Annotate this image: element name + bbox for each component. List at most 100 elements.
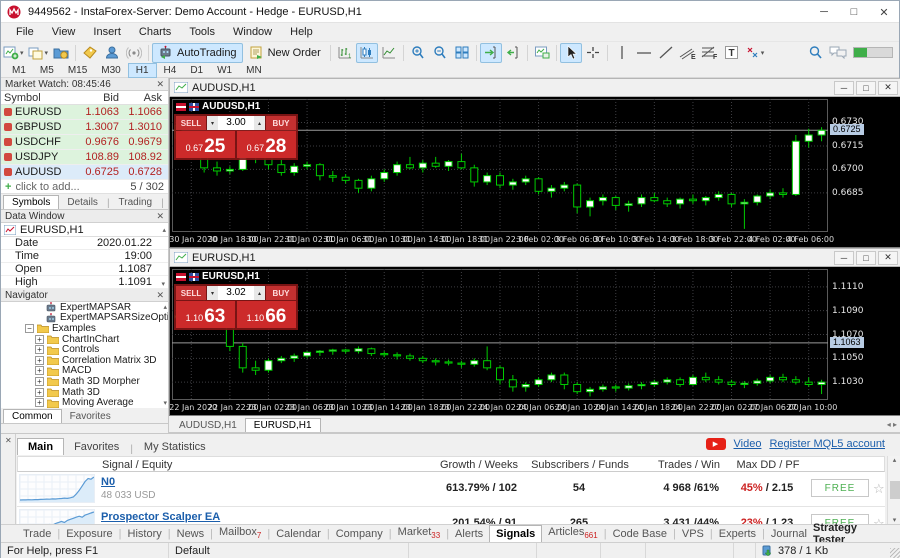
chart-window-title-bar[interactable]: AUDUSD,H1 ─ □ ✕ <box>169 78 900 97</box>
cursor-button[interactable] <box>560 43 582 63</box>
signal-row-2[interactable]: Prospector Scalper EA201.54% / 912653 43… <box>17 506 885 524</box>
expand-icon[interactable]: + <box>35 356 44 365</box>
bottom-tab-code-base[interactable]: Code Base <box>607 526 673 542</box>
signals-scrollbar[interactable]: ▴ ▾ <box>887 456 900 524</box>
timeframe-h1[interactable]: H1 <box>128 63 157 78</box>
bottom-tab-experts[interactable]: Experts <box>713 526 762 542</box>
chart-tab-audusd-h1[interactable]: AUDUSD,H1 <box>171 419 245 432</box>
minimize-button[interactable]: ─ <box>809 1 839 23</box>
volume-increase-button[interactable]: ▴ <box>254 286 265 300</box>
navigator-tab-common[interactable]: Common <box>3 409 62 423</box>
zoom-in-button[interactable] <box>407 43 429 63</box>
signal-name-link[interactable]: Prospector Scalper EA <box>101 511 220 523</box>
horizontal-line-button[interactable] <box>633 43 655 63</box>
expand-icon[interactable]: + <box>35 335 44 344</box>
bottom-tab-company[interactable]: Company <box>330 526 389 542</box>
chart-window-title-bar[interactable]: EURUSD,H1 ─ □ ✕ <box>169 248 900 267</box>
market-watch-row-usdchf[interactable]: USDCHF0.96760.9679 <box>1 135 168 150</box>
scroll-up-icon[interactable]: ▴ <box>162 226 166 234</box>
market-watch-row-eurusd[interactable]: EURUSD1.10631.1066 <box>1 105 168 120</box>
expand-icon[interactable]: + <box>35 377 44 386</box>
volume-value[interactable]: 3.00 <box>218 116 254 130</box>
bottom-tab-articles[interactable]: Articles661 <box>542 524 603 542</box>
bottom-tab-history[interactable]: History <box>122 526 168 542</box>
timeframe-mn[interactable]: MN <box>239 64 269 77</box>
market-watch-tab-details[interactable]: Details <box>59 196 106 209</box>
timeframe-m5[interactable]: M5 <box>33 64 61 77</box>
market-watch-add-row[interactable]: +click to add...5 / 302 <box>1 180 168 194</box>
bottom-tab-signals[interactable]: Signals <box>489 525 542 543</box>
navigator-item-expertmapsar[interactable]: ExpertMAPSAR <box>1 302 168 313</box>
scroll-up-icon[interactable]: ▴ <box>163 303 167 311</box>
candlestick-mode-button[interactable] <box>356 43 378 63</box>
chart-minimize-button[interactable]: ─ <box>834 81 854 95</box>
crosshair-button[interactable] <box>582 43 604 63</box>
sell-price-box[interactable]: 1.1063 <box>176 301 235 328</box>
search-icon[interactable] <box>808 45 823 60</box>
templates-button[interactable] <box>531 43 553 63</box>
close-icon[interactable]: ✕ <box>5 436 12 445</box>
chart-tab-eurusd-h1[interactable]: EURUSD,H1 <box>245 418 321 432</box>
menu-insert[interactable]: Insert <box>84 24 130 40</box>
scroll-right-icon[interactable]: ▸ <box>893 420 897 429</box>
sell-button[interactable]: SELL <box>176 286 206 300</box>
scroll-left-icon[interactable]: ◂ <box>887 420 891 429</box>
navigator-item-examples[interactable]: −Examples <box>1 323 168 334</box>
trendline-button[interactable] <box>655 43 677 63</box>
navigator-item-chartinchart[interactable]: +ChartInChart <box>1 334 168 345</box>
chart-shift-button[interactable] <box>502 43 524 63</box>
chart-close-button[interactable]: ✕ <box>878 251 898 265</box>
text-tool-button[interactable]: T <box>721 43 743 63</box>
scroll-down-icon[interactable]: ▾ <box>161 280 165 288</box>
bottom-tab-vps[interactable]: VPS <box>676 526 710 542</box>
buy-button[interactable]: BUY <box>266 286 296 300</box>
new-chart-button[interactable]: ▾ <box>1 43 26 63</box>
menu-file[interactable]: File <box>7 24 43 40</box>
volume-decrease-button[interactable]: ▾ <box>207 286 218 300</box>
timeframe-m15[interactable]: M15 <box>61 64 94 77</box>
signals-service-button[interactable] <box>123 43 145 63</box>
maximize-button[interactable]: □ <box>839 1 869 23</box>
bottom-tab-news[interactable]: News <box>171 526 211 542</box>
market-watch-row-audusd[interactable]: AUDUSD0.67250.6728 <box>1 165 168 180</box>
expand-icon[interactable]: + <box>35 366 44 375</box>
navigator-item-math-3d-morpher[interactable]: +Math 3D Morpher <box>1 376 168 387</box>
vertical-line-button[interactable] <box>611 43 633 63</box>
toolbox-tab-my-statistics[interactable]: My Statistics <box>134 439 216 455</box>
market-watch-row-usdjpy[interactable]: USDJPY108.89108.92 <box>1 150 168 165</box>
volume-value[interactable]: 3.02 <box>218 286 254 300</box>
status-profile[interactable]: Default <box>169 543 409 558</box>
tab-scroll-arrows[interactable]: ◂ ▸ <box>887 420 897 429</box>
scroll-down-icon[interactable]: ▾ <box>893 516 897 524</box>
expand-icon[interactable]: + <box>35 388 44 397</box>
buy-price-box[interactable]: 0.6728 <box>237 131 296 158</box>
arrows-tool-button[interactable]: ▾ <box>743 43 767 63</box>
chart-close-button[interactable]: ✕ <box>878 81 898 95</box>
menu-help[interactable]: Help <box>281 24 322 40</box>
bottom-tab-trade[interactable]: Trade <box>17 526 57 542</box>
market-watch-tab-trading[interactable]: Trading <box>111 196 161 209</box>
navigator-item-controls[interactable]: +Controls <box>1 344 168 355</box>
profiles-button[interactable]: ▾ <box>26 43 51 63</box>
signal-name-link[interactable]: N0 <box>101 476 115 488</box>
register-mql5-link[interactable]: Register MQL5 account <box>769 438 885 450</box>
community-button[interactable] <box>101 43 123 63</box>
fibonacci-button[interactable]: F <box>699 43 721 63</box>
data-window-symbol-row[interactable]: EURUSD,H1 ▴ <box>1 223 168 237</box>
bottom-tab-mailbox[interactable]: Mailbox7 <box>213 524 267 542</box>
data-folder-button[interactable] <box>50 43 72 63</box>
close-icon[interactable]: ✕ <box>156 290 164 301</box>
navigator-item-expertmapsarsizeoptim[interactable]: ExpertMAPSARSizeOptim <box>1 313 168 324</box>
menu-charts[interactable]: Charts <box>130 24 180 40</box>
bottom-tab-alerts[interactable]: Alerts <box>449 526 489 542</box>
buy-button[interactable]: BUY <box>266 116 296 130</box>
bottom-tab-calendar[interactable]: Calendar <box>270 526 327 542</box>
collapse-icon[interactable]: − <box>25 324 34 333</box>
free-button[interactable]: FREE <box>811 479 869 497</box>
resize-grip[interactable] <box>890 548 900 558</box>
expand-icon[interactable]: + <box>35 345 44 354</box>
tile-windows-button[interactable] <box>451 43 473 63</box>
scroll-down-icon[interactable]: ▾ <box>163 399 167 407</box>
market-watch-row-gbpusd[interactable]: GBPUSD1.30071.3010 <box>1 120 168 135</box>
menu-tools[interactable]: Tools <box>180 24 224 40</box>
